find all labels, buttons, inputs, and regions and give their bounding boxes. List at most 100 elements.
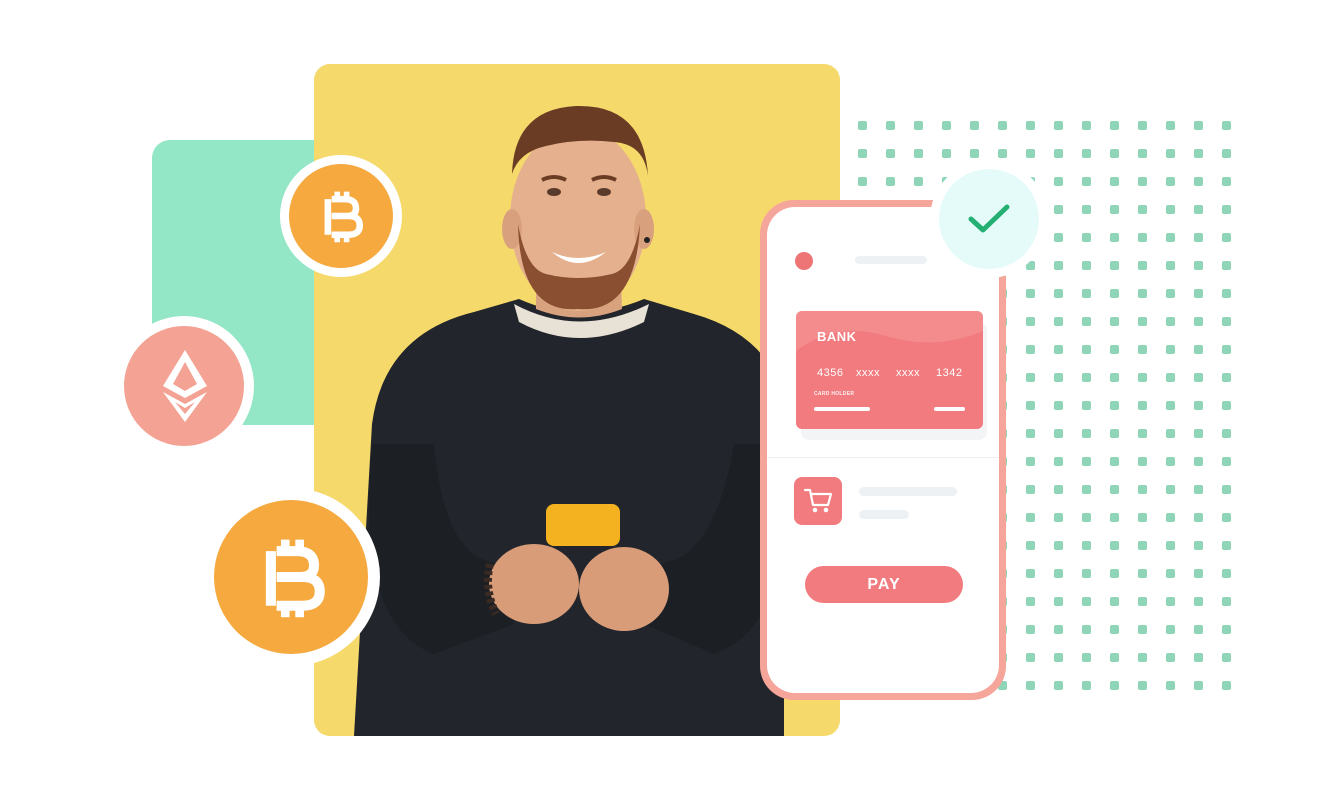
grid-dot <box>1222 513 1231 522</box>
grid-dot <box>1026 345 1035 354</box>
speaker-bar <box>855 256 927 264</box>
grid-dot <box>1138 541 1147 550</box>
grid-dot <box>914 121 923 130</box>
grid-dot <box>1026 569 1035 578</box>
grid-dot <box>1166 289 1175 298</box>
grid-dot <box>1138 205 1147 214</box>
grid-dot <box>1054 541 1063 550</box>
grid-dot <box>1222 233 1231 242</box>
grid-dot <box>1166 653 1175 662</box>
grid-dot <box>1026 681 1035 690</box>
grid-dot <box>1138 401 1147 410</box>
card-expiry-bar <box>934 407 965 411</box>
cart-item-thumbnail[interactable] <box>794 477 842 525</box>
grid-dot <box>1222 569 1231 578</box>
grid-dot <box>1194 569 1203 578</box>
grid-dot <box>1082 317 1091 326</box>
bitcoin-coin-top <box>280 155 402 277</box>
grid-dot <box>1054 681 1063 690</box>
grid-dot <box>1082 289 1091 298</box>
grid-dot <box>1222 261 1231 270</box>
phone-screen: BANK 4356 xxxx xxxx 1342 CARD HOLDER PAY <box>767 207 999 693</box>
grid-dot <box>1138 149 1147 158</box>
grid-dot <box>1082 429 1091 438</box>
grid-dot <box>858 177 867 186</box>
grid-dot <box>1166 345 1175 354</box>
card-number-group-1: 4356 <box>817 367 844 379</box>
card-number-group-2: xxxx <box>856 367 880 379</box>
grid-dot <box>1082 121 1091 130</box>
grid-dot <box>1082 569 1091 578</box>
grid-dot <box>1110 569 1119 578</box>
grid-dot <box>1194 653 1203 662</box>
grid-dot <box>1194 513 1203 522</box>
grid-dot <box>1194 401 1203 410</box>
grid-dot <box>1194 261 1203 270</box>
grid-dot <box>1138 597 1147 606</box>
grid-dot <box>1054 457 1063 466</box>
grid-dot <box>1194 429 1203 438</box>
grid-dot <box>886 121 895 130</box>
grid-dot <box>998 149 1007 158</box>
grid-dot <box>1222 429 1231 438</box>
grid-dot <box>1054 485 1063 494</box>
grid-dot <box>1082 541 1091 550</box>
grid-dot <box>1194 317 1203 326</box>
grid-dot <box>1110 597 1119 606</box>
grid-dot <box>886 149 895 158</box>
grid-dot <box>1054 205 1063 214</box>
grid-dot <box>1026 513 1035 522</box>
grid-dot <box>1110 149 1119 158</box>
grid-dot <box>1166 513 1175 522</box>
grid-dot <box>1110 261 1119 270</box>
card-number-group-3: xxxx <box>896 367 920 379</box>
bitcoin-coin-bottom <box>202 488 380 666</box>
grid-dot <box>1110 401 1119 410</box>
pay-button[interactable]: PAY <box>805 566 963 603</box>
grid-dot <box>1222 177 1231 186</box>
phone-mockup: BANK 4356 xxxx xxxx 1342 CARD HOLDER PAY <box>760 200 1006 700</box>
grid-dot <box>1054 121 1063 130</box>
grid-dot <box>914 177 923 186</box>
grid-dot <box>1026 541 1035 550</box>
grid-dot <box>1054 149 1063 158</box>
grid-dot <box>1110 345 1119 354</box>
grid-dot <box>1110 233 1119 242</box>
bitcoin-icon <box>324 191 364 243</box>
grid-dot <box>1166 149 1175 158</box>
grid-dot <box>1026 121 1035 130</box>
grid-dot <box>1082 149 1091 158</box>
grid-dot <box>1166 233 1175 242</box>
grid-dot <box>1110 317 1119 326</box>
grid-dot <box>1166 625 1175 634</box>
grid-dot <box>1222 289 1231 298</box>
grid-dot <box>1082 345 1091 354</box>
grid-dot <box>1054 289 1063 298</box>
grid-dot <box>1054 317 1063 326</box>
grid-dot <box>1166 205 1175 214</box>
grid-dot <box>886 177 895 186</box>
grid-dot <box>1026 149 1035 158</box>
grid-dot <box>998 121 1007 130</box>
grid-dot <box>1110 289 1119 298</box>
grid-dot <box>1194 121 1203 130</box>
grid-dot <box>1166 401 1175 410</box>
ethereum-coin <box>114 316 254 456</box>
grid-dot <box>1194 625 1203 634</box>
grid-dot <box>1138 569 1147 578</box>
grid-dot <box>1166 569 1175 578</box>
grid-dot <box>1110 541 1119 550</box>
grid-dot <box>1054 625 1063 634</box>
grid-dot <box>970 149 979 158</box>
grid-dot <box>1110 177 1119 186</box>
shopping-cart-icon <box>803 488 833 513</box>
grid-dot <box>1194 541 1203 550</box>
bank-card[interactable]: BANK 4356 xxxx xxxx 1342 CARD HOLDER <box>796 311 983 429</box>
grid-dot <box>1194 289 1203 298</box>
grid-dot <box>1026 317 1035 326</box>
grid-dot <box>1054 597 1063 606</box>
grid-dot <box>1026 289 1035 298</box>
grid-dot <box>1110 485 1119 494</box>
grid-dot <box>1194 681 1203 690</box>
grid-dot <box>1110 625 1119 634</box>
